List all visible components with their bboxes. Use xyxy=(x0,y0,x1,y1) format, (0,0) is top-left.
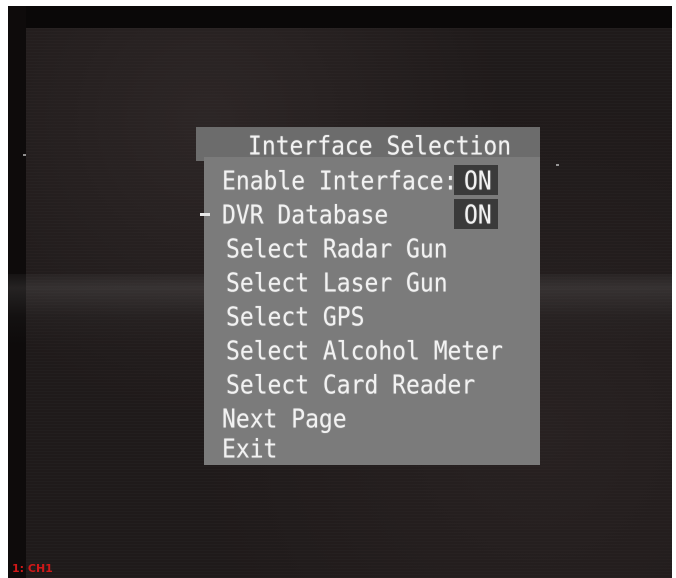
dvr-database-value[interactable]: ON xyxy=(464,199,492,233)
interface-selection-menu: Interface Selection Enable Interface: ON… xyxy=(196,127,540,465)
menu-item-select-gps[interactable]: Select GPS xyxy=(226,301,364,335)
selection-cursor xyxy=(200,213,210,216)
menu-item-dvr-database[interactable]: DVR Database xyxy=(222,199,388,233)
menu-item-exit[interactable]: Exit xyxy=(222,433,277,467)
menu-item-next-page[interactable]: Next Page xyxy=(222,403,347,437)
menu-item-select-laser-gun[interactable]: Select Laser Gun xyxy=(226,267,448,301)
menu-title: Interface Selection xyxy=(248,132,512,162)
menu-item-enable-interface[interactable]: Enable Interface: xyxy=(222,165,457,199)
enable-interface-value[interactable]: ON xyxy=(464,165,492,199)
menu-item-select-radar-gun[interactable]: Select Radar Gun xyxy=(226,233,448,267)
noise-speck xyxy=(23,154,26,156)
menu-item-select-card-reader[interactable]: Select Card Reader xyxy=(226,369,475,403)
top-border xyxy=(8,6,672,28)
video-frame: Interface Selection Enable Interface: ON… xyxy=(0,0,676,578)
menu-item-select-alcohol-meter[interactable]: Select Alcohol Meter xyxy=(226,335,503,369)
noise-speck xyxy=(556,164,559,166)
channel-label: 1: CH1 xyxy=(12,562,53,575)
